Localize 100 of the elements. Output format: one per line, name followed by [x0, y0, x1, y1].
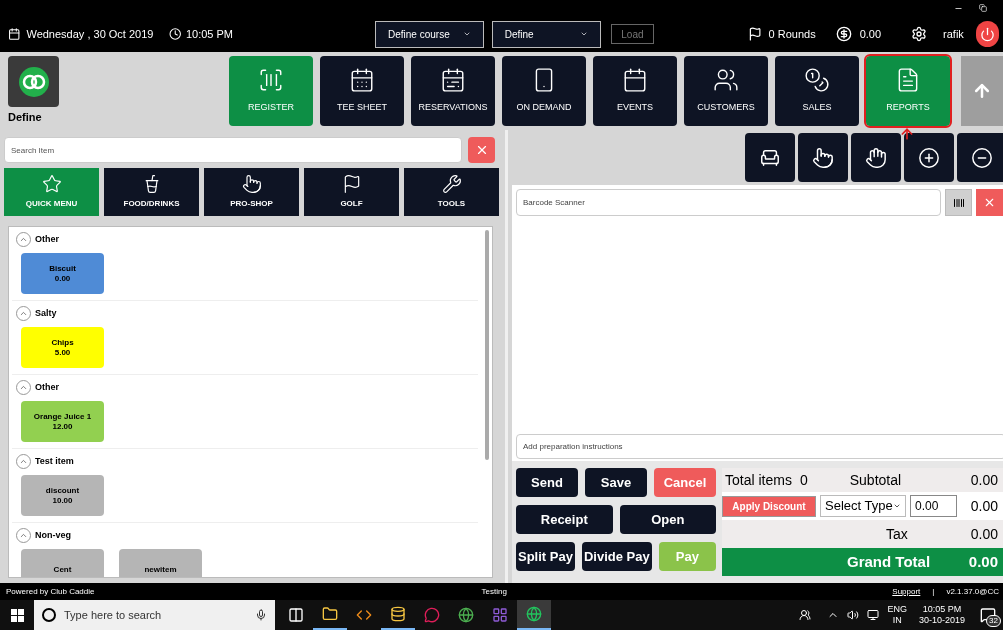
- toolbar-button[interactable]: [745, 133, 795, 182]
- discount-amount: 0.00: [970, 496, 998, 516]
- total-items-label: Total items: [725, 470, 792, 490]
- power-icon[interactable]: [975, 21, 999, 47]
- nav-button[interactable]: REGISTER: [229, 56, 313, 126]
- caret-icon: [579, 30, 588, 38]
- menu-item-tile[interactable]: newitem: [119, 549, 202, 577]
- environment-text: Testing: [481, 585, 507, 598]
- discount-field[interactable]: 0.00: [910, 495, 957, 517]
- nav-button[interactable]: CUSTOMERS: [684, 56, 768, 126]
- support-link[interactable]: Support: [892, 585, 921, 598]
- category-tab[interactable]: FOOD/DRINKS: [104, 168, 199, 216]
- category-tab[interactable]: GOLF: [304, 168, 399, 216]
- nav-icon: [622, 67, 648, 94]
- nav-icon: [804, 67, 830, 94]
- arrow-icon: [899, 126, 915, 142]
- region-text[interactable]: IN: [892, 615, 902, 626]
- nav-button[interactable]: RESERVATIONS: [411, 56, 495, 126]
- remove-icon: [971, 146, 993, 169]
- category-icon: [441, 174, 462, 194]
- menu-item-tile[interactable]: Cent: [21, 549, 104, 577]
- action-button[interactable]: Divide Pay: [581, 542, 652, 571]
- notification-count: 32: [986, 615, 1001, 627]
- toolbar-button[interactable]: [851, 133, 901, 182]
- nav-button[interactable]: TEE SHEET: [320, 56, 404, 126]
- golf-flag-icon: [748, 26, 763, 42]
- define-select[interactable]: Define: [491, 20, 601, 48]
- nav-button[interactable]: EVENTS: [593, 56, 677, 126]
- caret-icon: [462, 30, 471, 38]
- search-placeholder: Type here to search: [64, 607, 162, 623]
- network-icon[interactable]: [867, 609, 880, 621]
- menu-item-tile[interactable]: Biscuit 0.00: [21, 253, 104, 294]
- caret-icon: [893, 502, 901, 510]
- section-title: Other: [35, 380, 59, 394]
- action-button[interactable]: Save: [585, 468, 647, 497]
- user-name: rafik: [943, 26, 964, 42]
- barcode-icon: [952, 196, 965, 209]
- nav-button[interactable]: SALES: [775, 56, 859, 126]
- nav-button[interactable]: REPORTS: [866, 56, 950, 126]
- close-button[interactable]: [468, 137, 495, 163]
- scrollbar-thumb[interactable]: [485, 230, 489, 460]
- category-tab[interactable]: QUICK MENU: [4, 168, 99, 216]
- menu-item-tile[interactable]: Orange Juice 1 12.00: [21, 401, 104, 442]
- restore-icon[interactable]: [979, 4, 987, 12]
- action-button[interactable]: Split Pay: [516, 542, 575, 571]
- category-icon: [241, 174, 262, 194]
- touch-icon: [812, 146, 834, 169]
- toolbar-button[interactable]: [798, 133, 848, 182]
- section-title: Other: [35, 232, 59, 246]
- tax-label: Tax: [886, 524, 908, 544]
- dollar-icon: [835, 25, 852, 43]
- barcode-button[interactable]: [945, 189, 973, 216]
- clock-icon: [169, 27, 182, 41]
- total-items-value: 0: [799, 470, 808, 490]
- hand-card-icon: [865, 146, 887, 169]
- section-title: Non-veg: [35, 528, 71, 542]
- logo-label: Define: [8, 110, 43, 125]
- people-icon[interactable]: [799, 609, 812, 621]
- nav-icon: [349, 67, 375, 94]
- subtotal-value: 0.00: [970, 470, 998, 490]
- section-title: Salty: [35, 306, 57, 320]
- grand-total-value: 0.00: [968, 551, 998, 572]
- rounds-text: 0 Rounds: [768, 26, 816, 42]
- add-icon: [918, 146, 940, 169]
- taskbar-search-field[interactable]: Type here to search: [34, 600, 275, 630]
- section-title: Test item: [35, 454, 74, 468]
- subtotal-label: Subtotal: [849, 470, 902, 490]
- powered-by-text: Powered by Club Caddie: [6, 585, 95, 598]
- menu-item-tile[interactable]: discount 10.00: [21, 475, 104, 516]
- category-tab[interactable]: TOOLS: [404, 168, 499, 216]
- version-text: v2.1.37.0@CC: [946, 585, 999, 598]
- menu-item-tile[interactable]: Chips 5.00: [21, 327, 104, 368]
- grand-total-label: Grand Total: [847, 551, 931, 572]
- amount-text: 0.00: [859, 26, 882, 42]
- clock-date[interactable]: 30-10-2019: [918, 615, 965, 626]
- toolbar-button[interactable]: [904, 133, 954, 182]
- category-tab[interactable]: PRO-SHOP: [204, 168, 299, 216]
- taskbar-app-icon[interactable]: [517, 600, 551, 630]
- action-button[interactable]: Receipt: [516, 505, 613, 534]
- barcode-field[interactable]: Barcode Scanner: [516, 189, 942, 216]
- nav-button[interactable]: ON DEMAND: [502, 56, 586, 126]
- date-text: Wednesday , 30 Oct 2019: [26, 26, 154, 42]
- separator-text: |: [932, 585, 935, 598]
- search-field[interactable]: Search Item: [4, 137, 462, 163]
- instructions-field[interactable]: Add preparation instructions: [516, 434, 1003, 459]
- tax-value: 0.00: [970, 524, 998, 544]
- action-button[interactable]: Open: [619, 505, 716, 534]
- clock-time[interactable]: 10:05 PM: [922, 604, 962, 615]
- toolbar-button[interactable]: [957, 133, 1003, 182]
- settings-icon[interactable]: [911, 25, 928, 43]
- language-text[interactable]: ENG: [887, 604, 907, 615]
- nav-icon: [440, 67, 466, 94]
- category-icon: [41, 174, 62, 194]
- action-button[interactable]: Send: [516, 468, 578, 497]
- app-logo: [8, 56, 59, 107]
- discount-type-select[interactable]: Select Type: [820, 495, 906, 517]
- microphone-icon[interactable]: [255, 609, 267, 621]
- time-text: 10:05 PM: [185, 26, 233, 42]
- volume-icon[interactable]: [847, 609, 860, 621]
- course-select[interactable]: Define course: [375, 20, 484, 48]
